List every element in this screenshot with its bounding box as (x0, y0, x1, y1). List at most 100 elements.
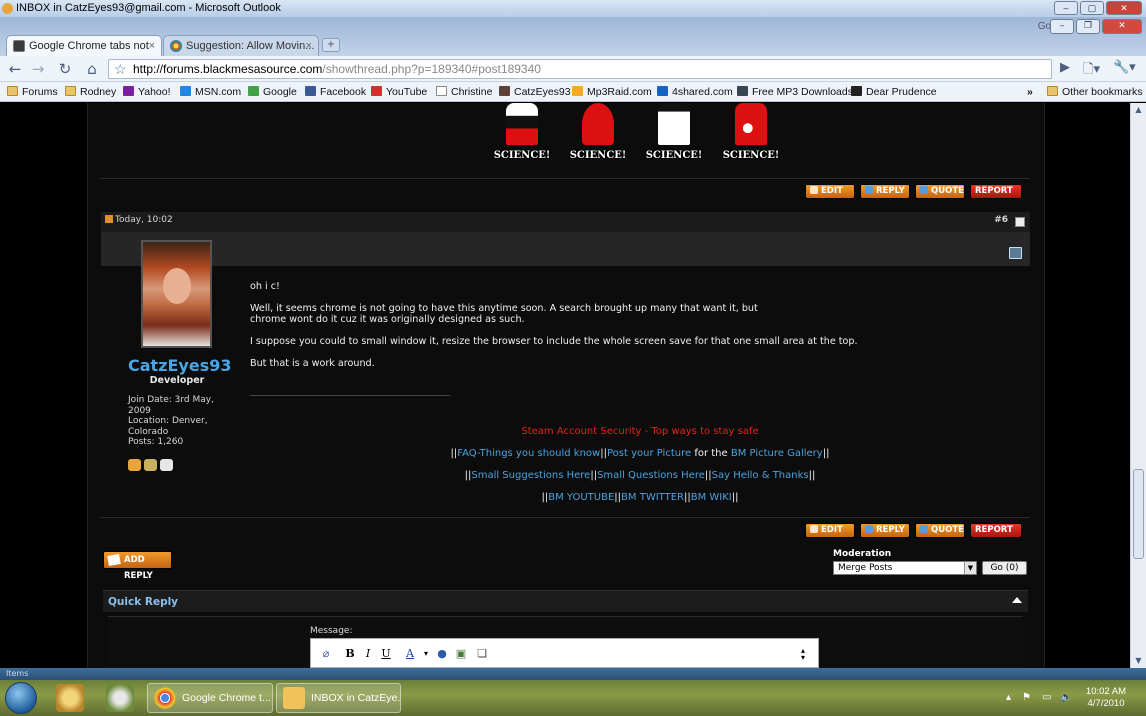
bookmark-dear-prudence[interactable]: Dear Prudence (851, 85, 937, 99)
link-icon[interactable]: ● (435, 647, 449, 661)
close-tab-icon[interactable]: × (306, 36, 312, 57)
scroll-down-icon[interactable]: ▼ (1131, 654, 1146, 668)
username[interactable]: CatzEyes93 (128, 356, 232, 375)
report-button[interactable]: REPORT (970, 184, 1022, 199)
bookmarks-overflow-icon[interactable]: » (1027, 85, 1033, 99)
bold-button[interactable]: B (343, 647, 357, 661)
url-host: http://forums.blackmesasource.com (133, 62, 323, 76)
hello-link[interactable]: Say Hello & Thanks (712, 470, 809, 481)
scroll-up-icon[interactable]: ▲ (1131, 103, 1146, 117)
collapse-icon[interactable] (1012, 597, 1022, 603)
font-color-button[interactable]: A (403, 647, 417, 661)
bookmark-rodney[interactable]: Rodney (65, 85, 116, 99)
pinned-app-icon[interactable] (106, 684, 134, 712)
close-tab-icon[interactable]: × (149, 36, 155, 57)
bookmark-mp3raid[interactable]: Mp3Raid.com (572, 85, 652, 99)
pinned-app-icon[interactable] (56, 684, 84, 712)
bookmark-forums[interactable]: Forums (7, 85, 58, 99)
tab-google-chrome-tabs[interactable]: Google Chrome tabs not ... × (6, 35, 162, 73)
bookmark-christine[interactable]: Christine (436, 85, 492, 99)
bookmark-catzeyes93[interactable]: CatzEyes93 (499, 85, 571, 99)
page-menu-icon[interactable]: 🗋▾ (1083, 60, 1100, 82)
post-number[interactable]: #6 (994, 215, 1008, 225)
image-icon[interactable]: ▣ (454, 647, 468, 661)
wiki-link[interactable]: BM WIKI (691, 492, 732, 503)
reply-button[interactable]: REPLY (860, 184, 910, 199)
volume-icon[interactable]: 🔈 (1060, 692, 1072, 703)
wrench-icon[interactable]: 🔧▾ (1113, 60, 1136, 75)
minimize-icon[interactable]: – (1050, 19, 1074, 34)
faq-link[interactable]: FAQ-Things you should know (457, 448, 600, 459)
bookmark-google[interactable]: Google (248, 85, 297, 99)
quote-button[interactable]: QUOTE (915, 523, 965, 538)
italic-button[interactable]: I (361, 647, 375, 661)
bookmark-yahoo[interactable]: Yahoo! (123, 85, 171, 99)
taskbar-outlook[interactable]: INBOX in CatzEye... (276, 683, 401, 713)
yahoo-icon (123, 86, 134, 96)
close-icon[interactable]: ✕ (1106, 1, 1142, 15)
quote-icon[interactable]: ❏ (475, 647, 489, 661)
signature-line-4: ||BM YOUTUBE||BM TWITTER||BM WIKI|| (541, 492, 739, 503)
avatar[interactable] (141, 240, 212, 348)
award-icon[interactable] (144, 459, 157, 471)
forward-icon[interactable]: → (28, 60, 48, 78)
page-icon (436, 86, 447, 96)
google-icon (248, 86, 259, 96)
user-award-icons (128, 459, 173, 471)
restore-icon[interactable]: ❐ (1076, 19, 1100, 34)
minimize-icon[interactable]: – (1054, 1, 1078, 15)
post-picture-link[interactable]: Post your Picture (607, 448, 691, 459)
outlook-icon (2, 3, 13, 14)
message-line: I suppose you could to small window it, … (250, 336, 858, 347)
youtube-link[interactable]: BM YOUTUBE (548, 492, 614, 503)
go-icon[interactable]: ▶ (1060, 60, 1070, 75)
network-icon[interactable]: ▭ (1042, 692, 1051, 703)
suggestions-link[interactable]: Small Suggestions Here (471, 470, 590, 481)
report-button[interactable]: REPORT (970, 523, 1022, 538)
questions-link[interactable]: Small Questions Here (597, 470, 705, 481)
vertical-scrollbar[interactable]: ▲ ▼ (1130, 103, 1146, 668)
resize-icon[interactable]: ▴ ▾ (796, 647, 810, 662)
edit-button[interactable]: EDIT (805, 523, 855, 538)
home-icon[interactable]: ⌂ (82, 60, 102, 78)
bookmark-free-mp3[interactable]: Free MP3 Downloads (737, 85, 853, 99)
divider (100, 178, 1030, 179)
moderation-go-button[interactable]: Go (0) (982, 561, 1027, 575)
moderation-select[interactable]: Merge Posts ▼ (833, 561, 977, 575)
signature-security-link[interactable]: Steam Account Security - Top ways to sta… (250, 426, 1030, 437)
close-icon[interactable]: ✕ (1102, 19, 1142, 34)
remove-format-icon[interactable]: ⌀ (319, 647, 333, 661)
award-icon[interactable] (128, 459, 141, 471)
reload-icon[interactable]: ↻ (55, 60, 75, 78)
taskbar-chrome[interactable]: Google Chrome t... (147, 683, 273, 713)
computer-icon[interactable] (1009, 247, 1022, 259)
quote-button[interactable]: QUOTE (915, 184, 965, 199)
star-icon[interactable]: ☆ (114, 60, 127, 78)
bookmark-facebook[interactable]: Facebook (305, 85, 366, 99)
bookmark-4shared[interactable]: 4shared.com (657, 85, 733, 99)
bookmark-msn[interactable]: MSN.com (180, 85, 241, 99)
picture-gallery-link[interactable]: BM Picture Gallery (731, 448, 823, 459)
add-reply-button[interactable]: ADD REPLY (103, 551, 172, 581)
chevron-down-icon[interactable]: ▾ (419, 647, 433, 661)
flag-icon[interactable]: ⚑ (1022, 692, 1031, 703)
new-tab-button[interactable]: + (322, 38, 340, 52)
start-button[interactable] (5, 682, 37, 714)
youtube-icon (371, 86, 382, 96)
maximize-icon[interactable]: ▢ (1080, 1, 1104, 15)
tray-expand-icon[interactable]: ▴ (1006, 692, 1011, 703)
tab-suggestion[interactable]: Suggestion: Allow Movin... × (163, 35, 319, 56)
address-bar[interactable]: ☆ http://forums.blackmesasource.com/show… (108, 59, 1052, 79)
post-select-checkbox[interactable] (1015, 217, 1025, 227)
reply-button[interactable]: REPLY (860, 523, 910, 538)
other-bookmarks[interactable]: Other bookmarks (1047, 85, 1143, 99)
edit-button[interactable]: EDIT (805, 184, 855, 199)
underline-button[interactable]: U (379, 647, 393, 661)
back-icon[interactable]: ← (5, 60, 25, 78)
twitter-link[interactable]: BM TWITTER (621, 492, 684, 503)
award-icon[interactable] (160, 459, 173, 471)
scrollbar-thumb[interactable] (1133, 469, 1144, 559)
post-message: oh i c! Well, it seems chrome is not goi… (250, 281, 950, 380)
bookmark-youtube[interactable]: YouTube (371, 85, 427, 99)
system-clock[interactable]: 10:02 AM 4/7/2010 (1082, 686, 1130, 710)
